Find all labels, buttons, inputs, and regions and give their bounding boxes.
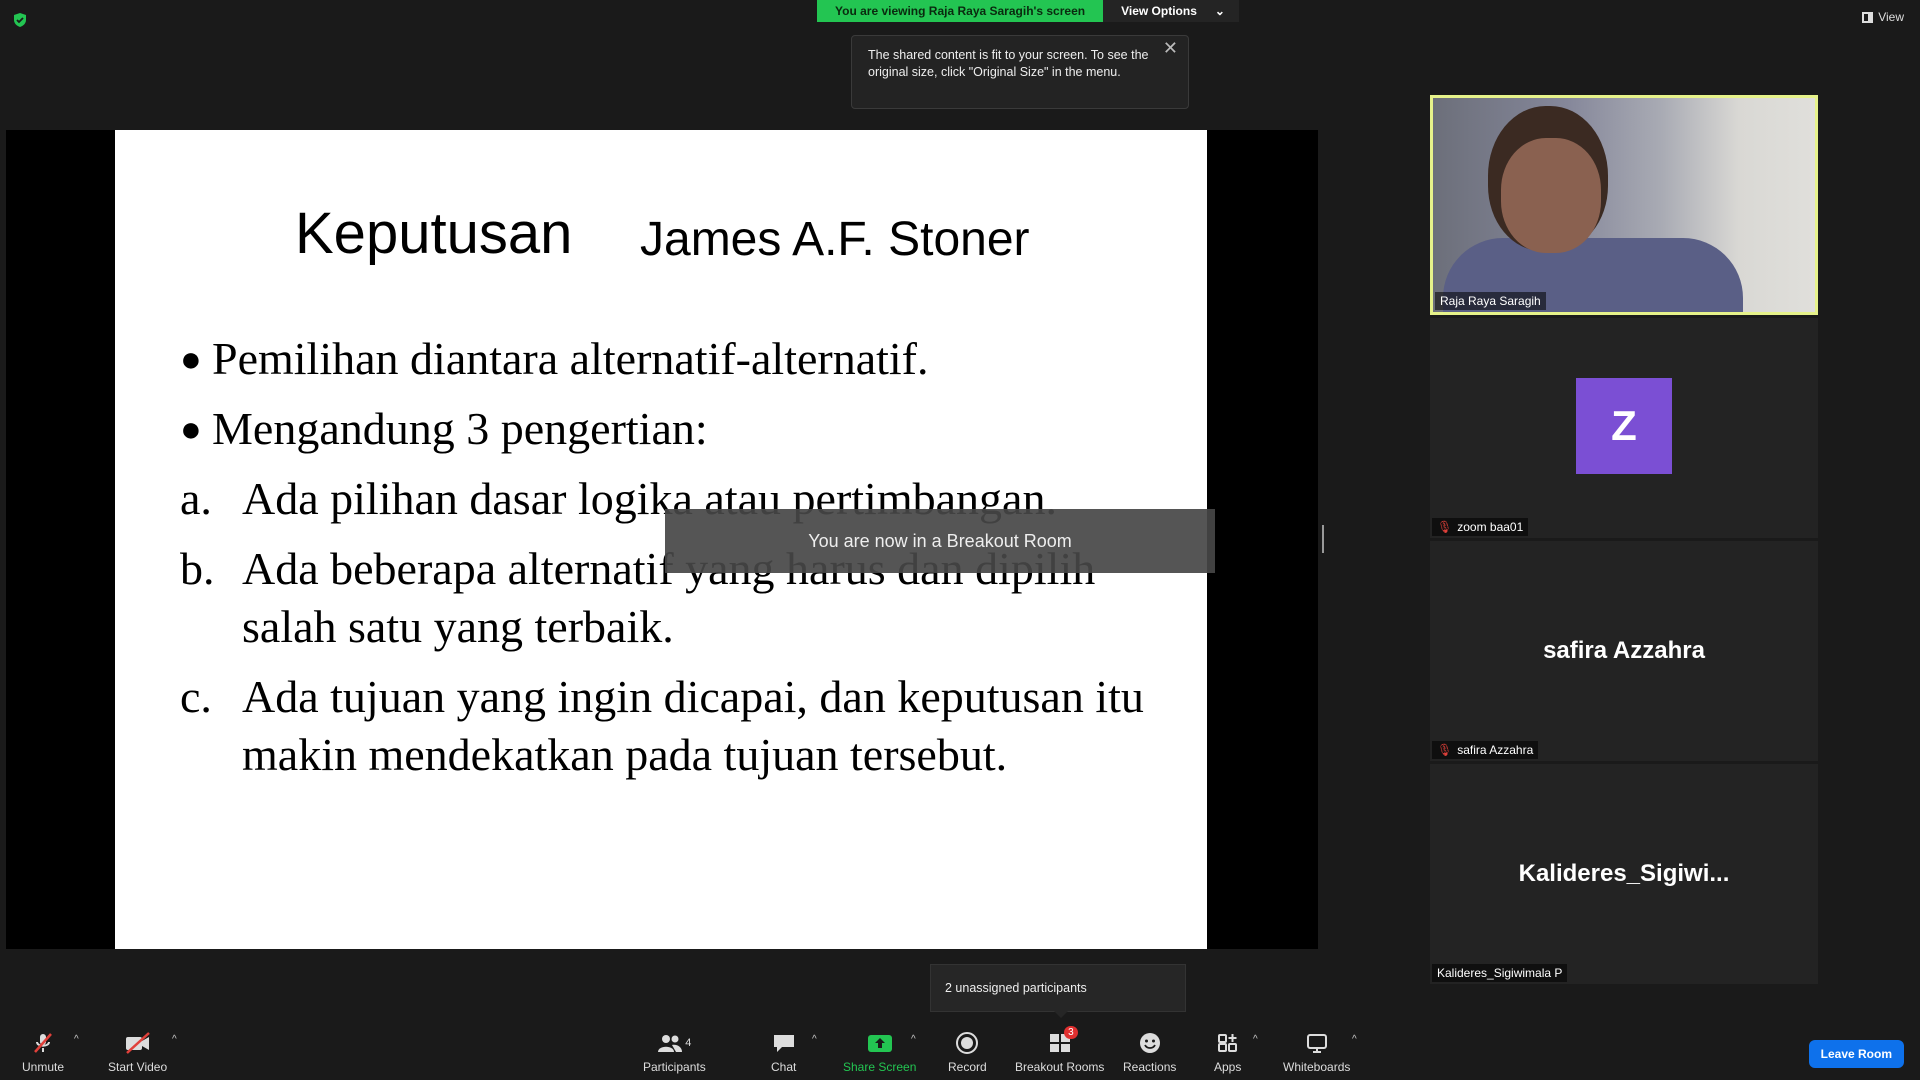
chat-options-caret-icon[interactable]: ^ (812, 1034, 817, 1045)
start-video-label: Start Video (108, 1060, 168, 1074)
participant-name: Kalideres_Sigiwimala P (1437, 966, 1563, 980)
slide-bullet: ● Mengandung 3 pengertian: (180, 400, 1180, 458)
participants-label: Participants (643, 1060, 706, 1074)
whiteboards-button[interactable]: Whiteboards (1283, 1030, 1350, 1074)
participant-name-tag: Kalideres_Sigiwimala P (1432, 964, 1568, 982)
chat-icon (772, 1030, 796, 1056)
view-options-label: View Options (1121, 4, 1197, 18)
panel-resize-handle[interactable] (1322, 525, 1324, 553)
security-shield-icon[interactable] (12, 12, 28, 28)
breakout-room-notification: You are now in a Breakout Room (665, 509, 1215, 573)
participants-icon: 4 (657, 1030, 691, 1056)
reactions-label: Reactions (1123, 1060, 1177, 1074)
apps-button[interactable]: Apps (1214, 1030, 1241, 1074)
slide-author: James A.F. Stoner (640, 213, 1030, 266)
tooltip-text: The shared content is fit to your screen… (868, 48, 1149, 79)
participant-gallery: Raja Raya Saragih Z 🎙︎ zoom baa01 safira… (1430, 95, 1820, 987)
slide-bullet: ● Pemilihan diantara alternatif-alternat… (180, 330, 1180, 388)
whiteboards-label: Whiteboards (1283, 1060, 1351, 1074)
share-screen-button[interactable]: Share Screen (843, 1030, 916, 1074)
record-icon (955, 1030, 979, 1056)
item-text: Ada tujuan yang ingin dicapai, dan keput… (242, 671, 1144, 780)
chat-label: Chat (771, 1060, 797, 1074)
share-options-caret-icon[interactable]: ^ (911, 1034, 916, 1045)
meeting-toolbar: Unmute ^ Start Video ^ 4 Participants Ch… (0, 1020, 1920, 1080)
unassigned-participants-popup[interactable]: 2 unassigned participants (930, 964, 1186, 1018)
reactions-icon (1138, 1030, 1162, 1056)
mic-muted-icon: 🎙︎ (1437, 520, 1453, 534)
screen-share-banner: You are viewing Raja Raya Saragih's scre… (817, 0, 1239, 22)
unmute-button[interactable]: Unmute (22, 1030, 64, 1074)
whiteboard-options-caret-icon[interactable]: ^ (1352, 1034, 1357, 1045)
chevron-down-icon: ⌄ (1214, 4, 1225, 18)
view-options-button[interactable]: View Options ⌄ (1103, 0, 1239, 22)
close-icon[interactable]: ✕ (1163, 39, 1178, 57)
bullet-dot-icon: ● (180, 409, 202, 449)
whiteboard-icon (1305, 1030, 1329, 1056)
slide-list-item: c. Ada tujuan yang ingin dicapai, dan ke… (180, 668, 1180, 784)
record-label: Record (948, 1060, 987, 1074)
participant-name: safira Azzahra (1457, 743, 1534, 757)
viewing-screen-label: You are viewing Raja Raya Saragih's scre… (817, 0, 1104, 22)
layout-icon (1862, 11, 1874, 23)
participant-tile[interactable]: safira Azzahra 🎙︎ safira Azzahra (1430, 541, 1818, 761)
view-button[interactable]: View (1862, 10, 1904, 24)
participants-count: 4 (685, 1037, 692, 1049)
video-off-icon (124, 1030, 152, 1056)
participant-display-name: safira Azzahra (1543, 637, 1705, 664)
apps-icon (1216, 1030, 1240, 1056)
unmute-label: Unmute (22, 1060, 65, 1074)
chat-button[interactable]: Chat (771, 1030, 796, 1074)
video-options-caret-icon[interactable]: ^ (172, 1034, 177, 1045)
record-button[interactable]: Record (948, 1030, 987, 1074)
participant-tile-active-speaker[interactable]: Raja Raya Saragih (1430, 95, 1818, 315)
participant-name-tag: Raja Raya Saragih (1435, 292, 1546, 310)
bullet-text: Mengandung 3 pengertian: (212, 403, 708, 454)
breakout-rooms-badge: 3 (1064, 1026, 1078, 1039)
breakout-rooms-button[interactable]: 3 Breakout Rooms (1015, 1026, 1105, 1074)
apps-options-caret-icon[interactable]: ^ (1253, 1034, 1258, 1045)
leave-room-button[interactable]: Leave Room (1808, 1040, 1904, 1068)
participant-display-name: Kalideres_Sigiwi... (1518, 860, 1730, 887)
participant-name: zoom baa01 (1457, 520, 1524, 534)
item-mark: c. (180, 671, 212, 722)
video-person-face (1501, 138, 1601, 253)
start-video-button[interactable]: Start Video (108, 1030, 167, 1074)
participants-button[interactable]: 4 Participants (643, 1030, 706, 1074)
participant-tile[interactable]: Z 🎙︎ zoom baa01 (1430, 318, 1818, 538)
item-mark: a. (180, 473, 212, 524)
participant-name-tag: 🎙︎ zoom baa01 (1432, 518, 1529, 536)
avatar: Z (1576, 378, 1672, 474)
fit-screen-tooltip: The shared content is fit to your screen… (851, 35, 1189, 109)
mic-muted-icon (31, 1030, 55, 1056)
bullet-dot-icon: ● (180, 339, 202, 379)
breakout-rooms-icon: 3 (1048, 1026, 1078, 1056)
share-screen-icon (867, 1030, 893, 1056)
bullet-text: Pemilihan diantara alternatif-alternatif… (212, 333, 929, 384)
audio-options-caret-icon[interactable]: ^ (74, 1034, 79, 1045)
slide-title: Keputusan (295, 201, 573, 266)
participant-name: Raja Raya Saragih (1440, 294, 1541, 308)
apps-label: Apps (1214, 1060, 1242, 1074)
breakout-rooms-label: Breakout Rooms (1015, 1060, 1105, 1074)
mic-muted-icon: 🎙︎ (1437, 743, 1453, 757)
reactions-button[interactable]: Reactions (1123, 1030, 1176, 1074)
view-label: View (1878, 10, 1904, 24)
participant-name-tag: 🎙︎ safira Azzahra (1432, 741, 1539, 759)
participant-tile[interactable]: Kalideres_Sigiwi... Kalideres_Sigiwimala… (1430, 764, 1818, 984)
share-screen-label: Share Screen (843, 1060, 917, 1074)
item-mark: b. (180, 543, 215, 594)
